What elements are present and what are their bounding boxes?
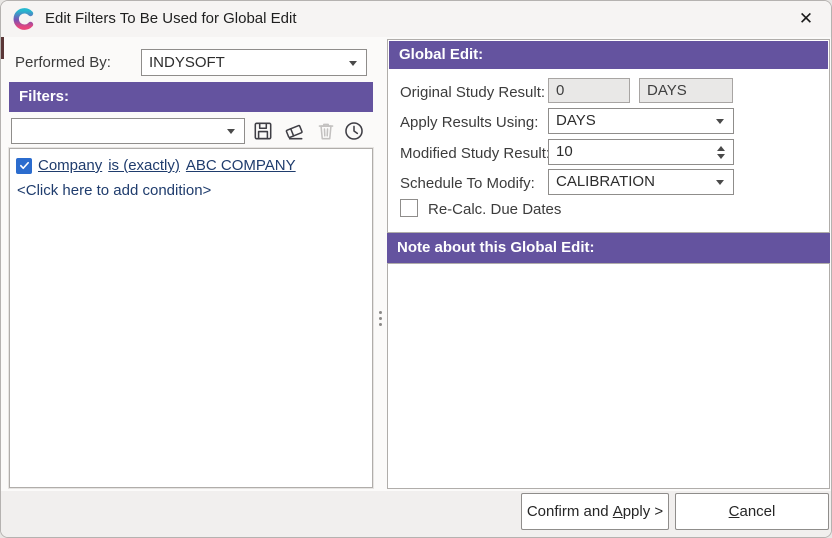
window-title: Edit Filters To Be Used for Global Edit [45,1,297,37]
eraser-icon [283,120,305,142]
spinner-down-icon[interactable] [717,154,725,159]
close-icon: ✕ [799,9,813,28]
performed-by-label: Performed By: [15,54,111,71]
global-edit-header: Global Edit: [389,41,828,69]
schedule-to-modify-combobox[interactable]: CALIBRATION [548,169,734,195]
chevron-down-icon [227,129,235,134]
chevron-down-icon [716,119,724,124]
splitter-handle[interactable] [375,148,385,488]
confirm-label-accel: A [613,503,623,520]
confirm-label-pre: Confirm and [527,503,613,520]
close-button[interactable]: ✕ [789,3,823,35]
recalc-due-dates-checkbox[interactable] [400,199,418,217]
titlebar: Edit Filters To Be Used for Global Edit … [1,1,831,37]
performed-by-combobox[interactable]: INDYSOFT [141,49,367,76]
check-icon [19,160,30,171]
apply-results-label: Apply Results Using: [400,114,538,131]
save-icon [252,120,274,142]
condition-operator-link[interactable]: is (exactly) [108,157,180,174]
filter-name-combobox[interactable] [11,118,245,144]
note-textarea[interactable] [387,263,830,489]
spinner-up-icon[interactable] [717,146,725,151]
save-filter-button[interactable] [250,118,276,144]
original-study-result-value: 0 [548,78,630,103]
apply-results-value: DAYS [556,112,596,129]
condition-value-link[interactable]: ABC COMPANY [186,157,296,174]
condition-checkbox[interactable] [16,158,32,174]
original-study-result-unit: DAYS [639,78,733,103]
clock-icon [343,120,365,142]
filter-condition-list[interactable]: Company is (exactly) ABC COMPANY <Click … [9,148,373,488]
apply-results-combobox[interactable]: DAYS [548,108,734,134]
add-condition-link[interactable]: <Click here to add condition> [17,182,211,199]
filter-condition-row: Company is (exactly) ABC COMPANY [16,157,296,174]
global-edit-panel: Global Edit: Original Study Result: 0 DA… [387,39,830,233]
app-logo-icon [12,7,36,31]
filters-header: Filters: [9,82,373,112]
confirm-apply-button[interactable]: Confirm and Apply > [521,493,669,530]
modified-study-result-spinner[interactable]: 10 [548,139,734,165]
filter-history-button[interactable] [341,118,367,144]
dialog-window: Edit Filters To Be Used for Global Edit … [0,0,832,538]
spinner-arrows [714,141,728,163]
note-header: Note about this Global Edit: [387,233,830,263]
condition-field-link[interactable]: Company [38,157,102,174]
schedule-to-modify-value: CALIBRATION [556,173,655,190]
confirm-label-post: pply > [623,503,663,520]
modified-study-result-label: Modified Study Result: [400,145,550,162]
original-study-result-label: Original Study Result: [400,84,545,101]
chevron-down-icon [716,180,724,185]
performed-by-value: INDYSOFT [149,54,225,71]
trash-icon [315,120,337,142]
modified-study-result-value: 10 [556,143,573,160]
clear-filter-button[interactable] [281,118,307,144]
background-artifact [1,34,4,59]
chevron-down-icon [349,61,357,66]
cancel-label-accel: C [729,503,740,520]
schedule-to-modify-label: Schedule To Modify: [400,175,535,192]
delete-filter-button[interactable] [313,118,339,144]
cancel-button[interactable]: Cancel [675,493,829,530]
cancel-label-post: ancel [739,503,775,520]
recalc-due-dates-label: Re-Calc. Due Dates [428,201,561,218]
